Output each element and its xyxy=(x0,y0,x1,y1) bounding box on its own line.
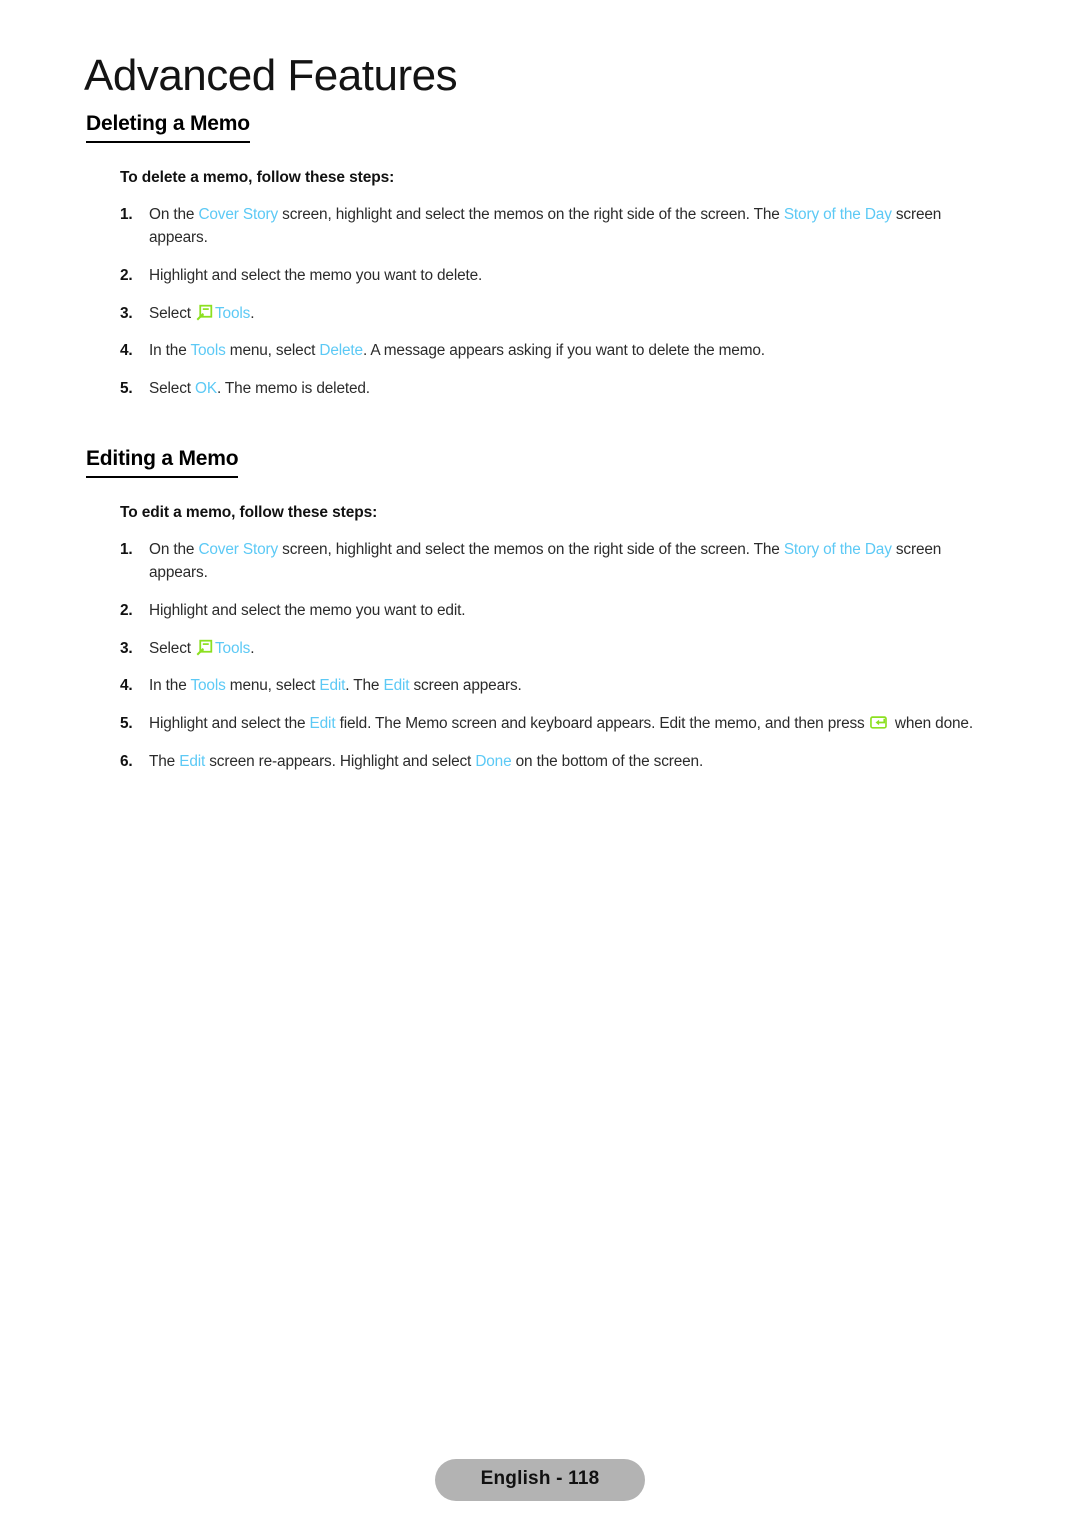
ui-term-reference: Tools xyxy=(190,342,226,360)
section-editing-a-memo: Editing a Memo To edit a memo, follow th… xyxy=(0,447,1080,789)
step-text: . xyxy=(250,304,255,322)
ui-term-reference: Done xyxy=(475,752,512,770)
ui-term-reference: Edit xyxy=(319,677,346,695)
section-lead-in: To edit a memo, follow these steps: xyxy=(120,504,378,522)
section-heading: Editing a Memo xyxy=(86,447,239,479)
step-text: Select xyxy=(149,639,196,657)
ui-term-reference: Cover Story xyxy=(198,206,279,224)
step-number: 6. xyxy=(120,752,133,770)
step-text: On the xyxy=(149,206,199,224)
step-text: Select xyxy=(149,380,196,398)
list-item: 3. Select Tools. xyxy=(120,303,998,326)
step-number: 4. xyxy=(120,342,133,360)
ui-term-reference: Delete xyxy=(319,342,363,360)
list-item: 1. On the Cover Story screen, highlight a… xyxy=(120,204,998,250)
step-text: field. The Memo screen and keyboard appe… xyxy=(335,715,869,733)
manual-page: Advanced Features Deleting a Memo To del… xyxy=(0,0,1080,1534)
step-text: . The xyxy=(345,677,384,695)
list-item: 4. In the Tools menu, select Edit. The Ed… xyxy=(120,675,998,698)
list-item: 2. Highlight and select the memo you want… xyxy=(120,265,998,288)
step-list: 1. On the Cover Story screen, highlight a… xyxy=(0,539,1080,774)
step-number: 4. xyxy=(120,677,133,695)
step-text: screen, highlight and select the memos o… xyxy=(278,541,784,559)
list-item: 2. Highlight and select the memo you want… xyxy=(120,600,998,623)
step-number: 5. xyxy=(120,715,133,733)
step-text: when done. xyxy=(890,715,973,733)
step-text: screen re-appears. Highlight and select xyxy=(205,752,476,770)
step-text: on the bottom of the screen. xyxy=(511,752,704,770)
ui-term-reference: Tools xyxy=(215,304,251,322)
step-text: The xyxy=(149,752,180,770)
section-lead-in: To delete a memo, follow these steps: xyxy=(120,169,395,187)
step-text: menu, select xyxy=(225,677,320,695)
step-text: Select xyxy=(149,304,196,322)
ui-term-reference: OK xyxy=(195,380,217,398)
ui-term-reference: Edit xyxy=(179,752,206,770)
list-item: 1. On the Cover Story screen, highlight a… xyxy=(120,539,998,585)
list-item: 3. Select Tools. xyxy=(120,638,998,661)
step-text: . xyxy=(250,639,255,657)
ui-term-reference: Edit xyxy=(383,677,410,695)
step-text: In the xyxy=(149,677,191,695)
step-text: menu, select xyxy=(225,342,320,360)
ui-term-reference: Edit xyxy=(309,715,336,733)
page-footer: English - 118 xyxy=(0,1459,1080,1501)
list-item: 6. The Edit screen re-appears. Highlight … xyxy=(120,751,998,774)
step-number: 1. xyxy=(120,206,133,224)
step-text: . The memo is deleted. xyxy=(216,380,370,398)
tools-icon xyxy=(196,304,213,320)
ui-term-reference: Tools xyxy=(190,677,226,695)
list-item: 5. Highlight and select the Edit field. T… xyxy=(120,713,998,736)
step-text: Highlight and select the xyxy=(149,715,310,733)
step-number: 5. xyxy=(120,380,133,398)
ui-term-reference: Story of the Day xyxy=(783,206,892,224)
enter-key-icon xyxy=(869,716,887,729)
page-number-badge: English - 118 xyxy=(434,1459,646,1501)
step-list: 1. On the Cover Story screen, highlight a… xyxy=(0,204,1080,401)
step-text: screen appears. xyxy=(409,677,522,695)
ui-term-reference: Cover Story xyxy=(198,541,279,559)
ui-term-reference: Tools xyxy=(215,639,251,657)
list-item: 5. Select OK. The memo is deleted. xyxy=(120,378,998,401)
step-text: Highlight and select the memo you want t… xyxy=(149,266,483,284)
step-text: screen, highlight and select the memos o… xyxy=(278,206,784,224)
tools-icon xyxy=(196,639,213,655)
page-title: Advanced Features xyxy=(84,51,458,100)
step-number: 3. xyxy=(120,304,133,322)
list-item: 4. In the Tools menu, select Delete. A me… xyxy=(120,340,998,363)
step-number: 2. xyxy=(120,601,133,619)
section-heading: Deleting a Memo xyxy=(86,112,250,144)
step-number: 1. xyxy=(120,541,133,559)
section-deleting-a-memo: Deleting a Memo To delete a memo, follow… xyxy=(0,112,1080,416)
ui-term-reference: Story of the Day xyxy=(783,541,892,559)
step-text: . A message appears asking if you want t… xyxy=(362,342,765,360)
step-number: 3. xyxy=(120,639,133,657)
step-text: Highlight and select the memo you want t… xyxy=(149,601,466,619)
step-number: 2. xyxy=(120,266,133,284)
step-text: In the xyxy=(149,342,191,360)
step-text: On the xyxy=(149,541,199,559)
